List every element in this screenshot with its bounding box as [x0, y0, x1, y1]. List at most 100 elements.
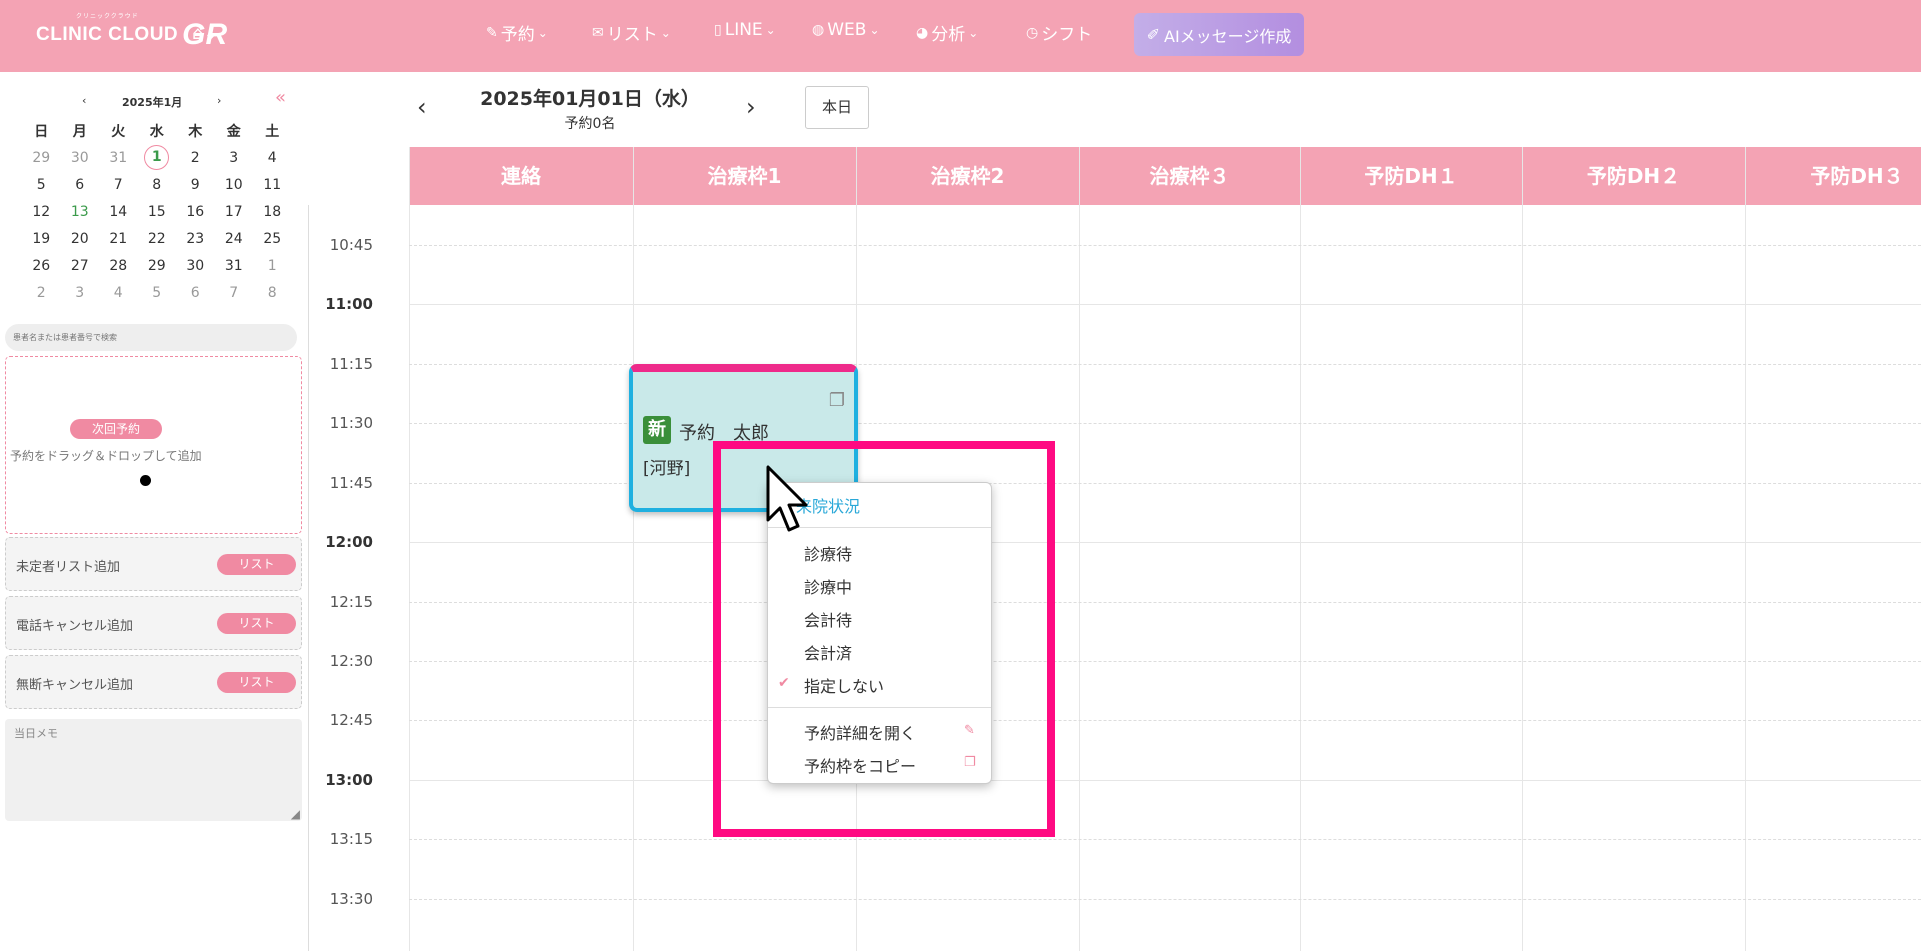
calendar-day[interactable]: 17: [215, 198, 254, 225]
patient-search-input[interactable]: [5, 324, 297, 351]
ai-message-button[interactable]: ✐ AIメッセージ作成: [1134, 13, 1304, 56]
grid-line: [409, 602, 1921, 603]
calendar-day[interactable]: 15: [138, 198, 177, 225]
calendar-day[interactable]: 9: [176, 171, 215, 198]
resize-grip-icon[interactable]: ◢: [291, 807, 300, 821]
calendar-day[interactable]: 10: [215, 171, 254, 198]
calendar-day[interactable]: 11: [253, 171, 292, 198]
calendar-day[interactable]: 6: [176, 279, 215, 306]
calendar-day[interactable]: 1: [253, 252, 292, 279]
calendar-day[interactable]: 19: [22, 225, 61, 252]
calendar-day[interactable]: 2: [22, 279, 61, 306]
date-title: 2025年01月01日（水）: [480, 88, 700, 110]
list-button[interactable]: リスト: [217, 672, 296, 693]
prev-month-button[interactable]: ‹: [82, 94, 86, 107]
calendar-day[interactable]: 28: [99, 252, 138, 279]
nav-reservation[interactable]: ✎ 予約 ⌄: [486, 20, 548, 46]
menu-item-in-treatment[interactable]: 診療中: [804, 574, 852, 598]
copy-icon: ❐: [964, 755, 976, 770]
grid-line: [409, 839, 1921, 840]
chevron-down-icon: ⌄: [968, 25, 979, 40]
drop-hint-text: 予約をドラッグ＆ドロップして追加: [10, 449, 202, 463]
staff-name: [河野]: [643, 459, 691, 479]
calendar-day[interactable]: 7: [215, 279, 254, 306]
calendar-day[interactable]: 7: [99, 171, 138, 198]
calendar-day[interactable]: 4: [253, 144, 292, 171]
nav-label: リスト: [606, 25, 658, 45]
next-day-button[interactable]: ›: [746, 93, 756, 121]
time-label: 13:00: [325, 771, 373, 789]
copy-icon[interactable]: ❐: [829, 390, 845, 411]
column-divider: [1300, 147, 1301, 951]
menu-item-copy-slot[interactable]: 予約枠をコピー: [804, 753, 916, 777]
calendar-day[interactable]: 21: [99, 225, 138, 252]
next-appointment-dropzone[interactable]: 次回予約 予約をドラッグ＆ドロップして追加: [5, 356, 302, 534]
nav-web[interactable]: ◍ WEB ⌄: [812, 20, 880, 40]
calendar-day[interactable]: 26: [22, 252, 61, 279]
calendar-day[interactable]: 12: [22, 198, 61, 225]
column-header: 治療枠2: [930, 164, 1005, 188]
calendar-day[interactable]: 30: [176, 252, 215, 279]
calendar-day[interactable]: 5: [22, 171, 61, 198]
calendar-day[interactable]: 31: [99, 144, 138, 171]
weekday-header: 金: [226, 123, 241, 140]
menu-item-waiting-payment[interactable]: 会計待: [804, 607, 852, 631]
calendar-day[interactable]: 25: [253, 225, 292, 252]
calendar-day[interactable]: 18: [253, 198, 292, 225]
calendar-day[interactable]: 2: [176, 144, 215, 171]
calendar-day[interactable]: 3: [215, 144, 254, 171]
calendar-day[interactable]: 5: [138, 279, 177, 306]
phone-cancel-list-row: 電話キャンセル追加 リスト: [5, 596, 302, 650]
list-button[interactable]: リスト: [217, 613, 296, 634]
nav-label: WEB: [827, 20, 867, 40]
column-header: 治療枠３: [1149, 164, 1230, 188]
nav-shift[interactable]: ◷ シフト: [1026, 20, 1092, 46]
calendar-day[interactable]: 29: [22, 144, 61, 171]
mini-calendar: 日 月 火 水 木 金 土 29 30 31 1 2 3 4 5 6 7 8 9…: [22, 117, 292, 306]
menu-item-paid[interactable]: 会計済: [804, 640, 852, 664]
globe-icon: ◍: [812, 22, 825, 38]
calendar-day[interactable]: 14: [99, 198, 138, 225]
chevron-down-icon: ⌄: [869, 23, 880, 37]
calendar-day[interactable]: 22: [138, 225, 177, 252]
menu-divider: [768, 707, 991, 708]
list-button[interactable]: リスト: [217, 554, 296, 575]
menu-item-open-details[interactable]: 予約詳細を開く: [804, 720, 916, 744]
calendar-day[interactable]: 20: [61, 225, 100, 252]
grid-line: [409, 720, 1921, 721]
calendar-day[interactable]: 30: [61, 144, 100, 171]
daily-memo-textarea[interactable]: 当日メモ ◢: [5, 719, 302, 821]
nav-label: 分析: [931, 25, 966, 45]
prev-day-button[interactable]: ‹: [417, 93, 427, 121]
calendar-day[interactable]: 23: [176, 225, 215, 252]
calendar-day-today[interactable]: 13: [61, 198, 100, 225]
time-label: 12:00: [325, 533, 373, 551]
nav-list[interactable]: ✉ リスト ⌄: [592, 20, 671, 46]
chevron-down-icon: ⌄: [537, 25, 548, 40]
grid-line: [409, 899, 1921, 900]
column-header: 予防DH１: [1364, 164, 1458, 188]
calendar-day[interactable]: 16: [176, 198, 215, 225]
calendar-day[interactable]: 31: [215, 252, 254, 279]
calendar-day[interactable]: 8: [138, 171, 177, 198]
weekday-header: 日: [34, 123, 49, 140]
calendar-day-selected[interactable]: 1: [138, 144, 177, 171]
home-icon[interactable]: ⌂⌄: [192, 23, 219, 44]
nav-analytics[interactable]: ◕ 分析 ⌄: [916, 20, 979, 46]
calendar-day[interactable]: 3: [61, 279, 100, 306]
calendar-day[interactable]: 8: [253, 279, 292, 306]
next-month-button[interactable]: ›: [217, 94, 221, 107]
calendar-day[interactable]: 6: [61, 171, 100, 198]
today-button[interactable]: 本日: [805, 86, 869, 129]
calendar-day[interactable]: 29: [138, 252, 177, 279]
calendar-day[interactable]: 24: [215, 225, 254, 252]
collapse-sidebar-icon[interactable]: «: [275, 87, 286, 108]
calendar-day[interactable]: 27: [61, 252, 100, 279]
calendar-day[interactable]: 4: [99, 279, 138, 306]
menu-item-unspecified[interactable]: 指定しない: [804, 673, 884, 697]
reservation-count: 予約0名: [564, 116, 616, 132]
time-label: 13:30: [329, 890, 373, 908]
menu-item-waiting-treatment[interactable]: 診療待: [804, 541, 852, 565]
weekday-header: 火: [111, 123, 126, 140]
nav-line[interactable]: ▯ LINE ⌄: [714, 20, 776, 40]
